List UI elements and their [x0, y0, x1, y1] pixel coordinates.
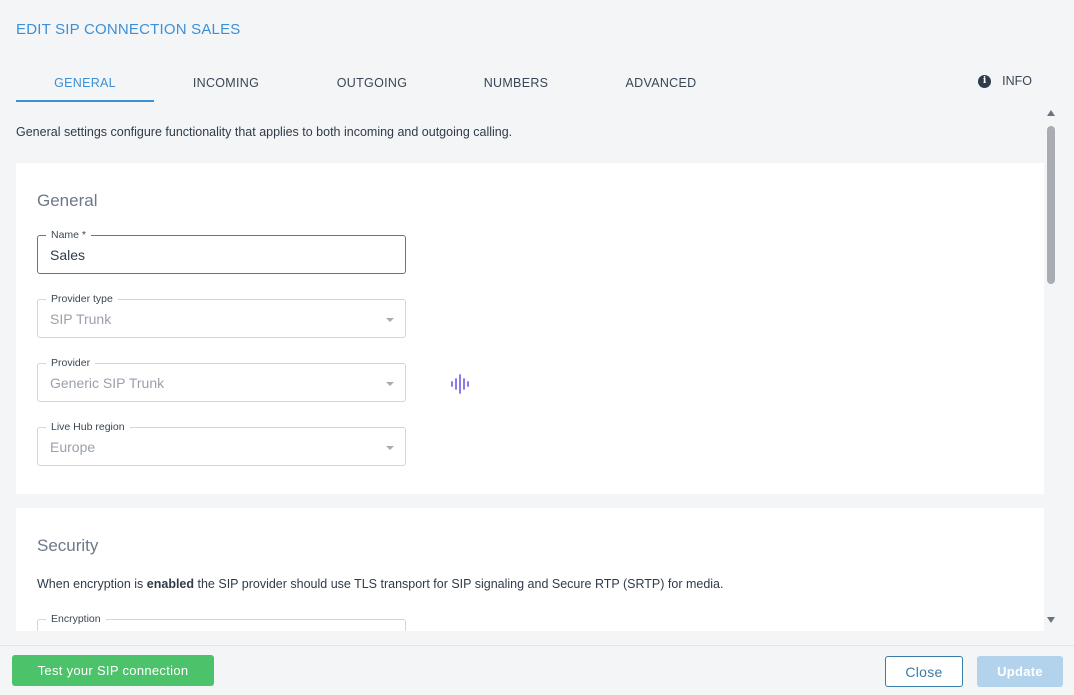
- info-tab-label: INFO: [1002, 74, 1032, 88]
- provider-type-label: Provider type: [46, 293, 118, 305]
- close-button[interactable]: Close: [885, 656, 963, 687]
- chevron-down-icon: [386, 446, 394, 450]
- tab-general[interactable]: GENERAL: [16, 62, 154, 103]
- live-hub-region-select[interactable]: Live Hub region Europe: [37, 421, 406, 466]
- name-field[interactable]: Name * Sales: [37, 229, 406, 274]
- live-hub-region-label: Live Hub region: [46, 421, 130, 433]
- provider-label: Provider: [46, 357, 96, 369]
- scroll-thumb[interactable]: [1047, 126, 1055, 284]
- security-desc-text: When encryption is: [37, 577, 147, 591]
- tab-numbers[interactable]: NUMBERS: [448, 62, 584, 103]
- live-hub-region-value: Europe: [50, 439, 96, 455]
- dialog-footer: Test your SIP connection Close Update: [0, 645, 1074, 695]
- update-button[interactable]: Update: [977, 656, 1063, 687]
- tab-bar: GENERAL INCOMING OUTGOING NUMBERS ADVANC…: [16, 62, 1058, 103]
- tab-info[interactable]: i INFO: [978, 62, 1032, 100]
- security-desc-bold: enabled: [146, 577, 195, 591]
- tab-outgoing[interactable]: OUTGOING: [304, 62, 440, 103]
- security-desc-text-end: the SIP provider should use TLS transpor…: [194, 577, 724, 591]
- name-field-value: Sales: [50, 247, 86, 263]
- security-description: When encryption is enabled the SIP provi…: [37, 577, 723, 591]
- provider-select[interactable]: Provider Generic SIP Trunk: [37, 357, 406, 402]
- active-tab-indicator: [16, 100, 154, 102]
- encryption-select[interactable]: Encryption: [37, 613, 406, 631]
- general-card: General Name * Sales Provider type SIP T…: [16, 163, 1044, 494]
- security-section-title: Security: [37, 536, 99, 555]
- encryption-label: Encryption: [46, 613, 106, 625]
- provider-value: Generic SIP Trunk: [50, 375, 165, 391]
- intro-text: General settings configure functionality…: [16, 125, 513, 139]
- general-section-title: General: [37, 191, 98, 210]
- sound-wave-icon: [451, 374, 469, 394]
- provider-type-value: SIP Trunk: [50, 311, 112, 327]
- info-icon: i: [978, 74, 992, 88]
- name-field-label: Name *: [46, 229, 92, 241]
- security-card: Security When encryption is enabled the …: [16, 508, 1044, 631]
- settings-content: General settings configure functionality…: [0, 104, 1044, 631]
- test-sip-connection-button[interactable]: Test your SIP connection: [12, 655, 214, 686]
- scroll-up-arrow-icon[interactable]: [1047, 110, 1055, 116]
- scrollbar[interactable]: [1044, 104, 1058, 631]
- chevron-down-icon: [386, 382, 394, 386]
- provider-type-select[interactable]: Provider type SIP Trunk: [37, 293, 406, 338]
- dialog-title: EDIT SIP CONNECTION SALES: [16, 21, 241, 38]
- tab-incoming[interactable]: INCOMING: [158, 62, 294, 103]
- tab-advanced[interactable]: ADVANCED: [593, 62, 729, 103]
- scroll-down-arrow-icon[interactable]: [1047, 617, 1055, 623]
- chevron-down-icon: [386, 318, 394, 322]
